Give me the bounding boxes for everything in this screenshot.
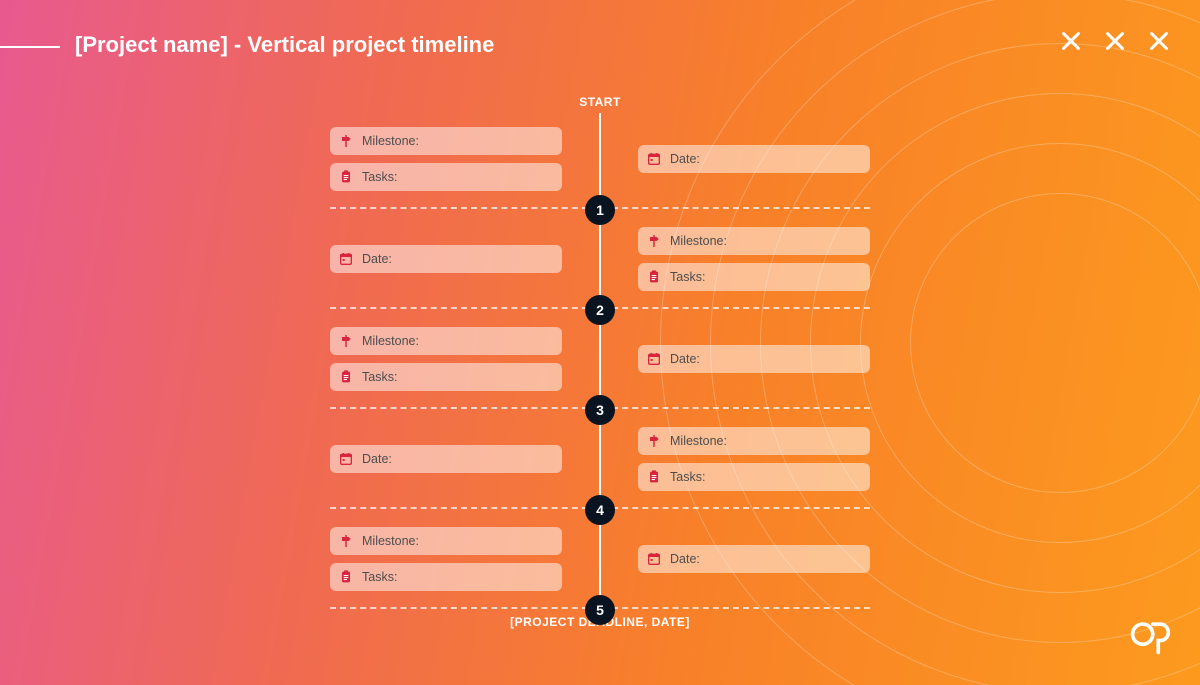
stage-node: 1 — [585, 195, 615, 225]
cross-icon — [1148, 30, 1170, 52]
stage-node: 5 — [585, 595, 615, 625]
field-label: Tasks: — [362, 570, 397, 584]
timeline-stage-2: Date: Milestone: Tasks: 2 — [330, 227, 870, 295]
milestone-field[interactable]: Milestone: — [638, 427, 870, 455]
milestone-field[interactable]: Milestone: — [330, 527, 562, 555]
milestone-field[interactable]: Milestone: — [330, 127, 562, 155]
field-label: Tasks: — [670, 270, 705, 284]
brand-logo — [1128, 614, 1172, 663]
signpost-icon — [338, 333, 354, 349]
tasks-field[interactable]: Tasks: — [330, 363, 562, 391]
calendar-icon — [646, 351, 662, 367]
timeline-stage-1: Milestone: Tasks: Date: 1 — [330, 127, 870, 195]
clipboard-icon — [646, 269, 662, 285]
stage-right-col: Date: — [638, 545, 870, 573]
signpost-icon — [646, 233, 662, 249]
cross-icon — [1104, 30, 1126, 52]
field-label: Milestone: — [362, 334, 419, 348]
signpost-icon — [646, 433, 662, 449]
tasks-field[interactable]: Tasks: — [638, 463, 870, 491]
decorative-crosses — [1060, 30, 1170, 52]
stage-left-col: Milestone: Tasks: — [330, 527, 562, 591]
date-field[interactable]: Date: — [638, 545, 870, 573]
field-label: Milestone: — [670, 434, 727, 448]
stage-right-col: Milestone: Tasks: — [638, 427, 870, 491]
field-label: Milestone: — [362, 534, 419, 548]
timeline-stage-5: Milestone: Tasks: Date: 5 — [330, 527, 870, 595]
timeline-stage-4: Date: Milestone: Tasks: 4 — [330, 427, 870, 495]
milestone-field[interactable]: Milestone: — [638, 227, 870, 255]
clipboard-icon — [338, 169, 354, 185]
signpost-icon — [338, 533, 354, 549]
field-label: Tasks: — [362, 370, 397, 384]
calendar-icon — [338, 251, 354, 267]
stage-right-col: Milestone: Tasks: — [638, 227, 870, 291]
stage-left-col: Milestone: Tasks: — [330, 327, 562, 391]
tasks-field[interactable]: Tasks: — [638, 263, 870, 291]
field-label: Date: — [362, 452, 392, 466]
clipboard-icon — [338, 369, 354, 385]
signpost-icon — [338, 133, 354, 149]
stage-left-col: Date: — [330, 245, 562, 273]
date-field[interactable]: Date: — [638, 145, 870, 173]
stage-node: 3 — [585, 395, 615, 425]
tasks-field[interactable]: Tasks: — [330, 563, 562, 591]
date-field[interactable]: Date: — [638, 345, 870, 373]
timeline-start-label: START — [579, 95, 621, 109]
vertical-timeline: START Milestone: Tasks: Date: — [330, 95, 870, 625]
field-label: Milestone: — [670, 234, 727, 248]
stage-left-col: Date: — [330, 445, 562, 473]
page-title: [Project name] - Vertical project timeli… — [75, 32, 494, 58]
tasks-field[interactable]: Tasks: — [330, 163, 562, 191]
field-label: Milestone: — [362, 134, 419, 148]
calendar-icon — [646, 151, 662, 167]
calendar-icon — [338, 451, 354, 467]
stage-right-col: Date: — [638, 145, 870, 173]
title-rule — [0, 46, 60, 48]
field-label: Date: — [670, 152, 700, 166]
field-label: Date: — [670, 352, 700, 366]
field-label: Tasks: — [670, 470, 705, 484]
stage-right-col: Date: — [638, 345, 870, 373]
cross-icon — [1060, 30, 1082, 52]
clipboard-icon — [646, 469, 662, 485]
stage-node: 2 — [585, 295, 615, 325]
timeline-stage-3: Milestone: Tasks: Date: 3 — [330, 327, 870, 395]
date-field[interactable]: Date: — [330, 445, 562, 473]
field-label: Date: — [670, 552, 700, 566]
stage-node: 4 — [585, 495, 615, 525]
field-label: Date: — [362, 252, 392, 266]
milestone-field[interactable]: Milestone: — [330, 327, 562, 355]
clipboard-icon — [338, 569, 354, 585]
calendar-icon — [646, 551, 662, 567]
date-field[interactable]: Date: — [330, 245, 562, 273]
field-label: Tasks: — [362, 170, 397, 184]
stage-left-col: Milestone: Tasks: — [330, 127, 562, 191]
